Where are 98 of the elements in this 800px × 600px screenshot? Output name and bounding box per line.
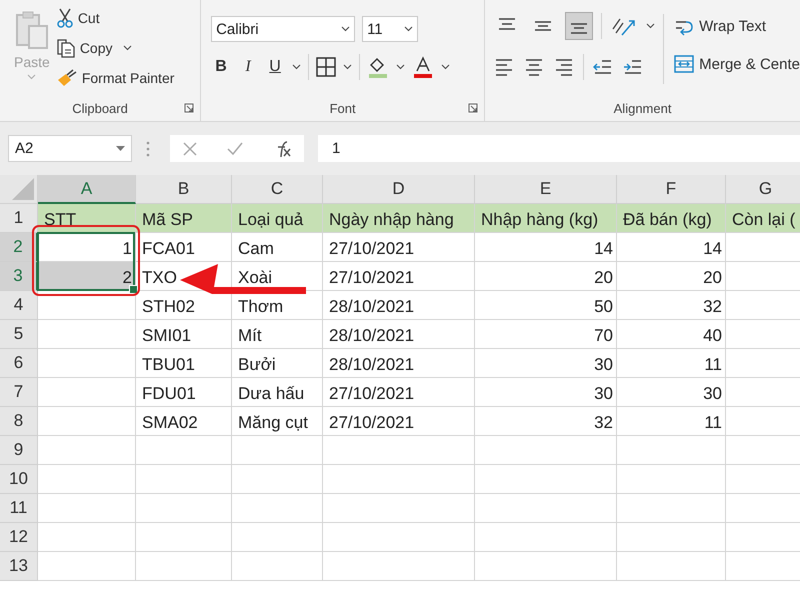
- group-label: Clipboard: [72, 100, 128, 116]
- row-header[interactable]: 4: [0, 291, 38, 320]
- scissors-icon: [56, 8, 74, 28]
- table-cell: 27/10/2021: [323, 378, 475, 407]
- column-header[interactable]: F: [617, 175, 726, 204]
- row-header[interactable]: 7: [0, 378, 38, 407]
- column-header[interactable]: B: [136, 175, 232, 204]
- borders-icon[interactable]: [316, 57, 336, 77]
- group-label: Font: [330, 100, 356, 116]
- wrap-text-button[interactable]: Wrap Text: [674, 16, 800, 36]
- ribbon-button[interactable]: Format Painter: [82, 70, 174, 86]
- table-cell: Cam: [232, 233, 323, 262]
- table-cell: 30: [475, 349, 617, 378]
- caret-icon[interactable]: [343, 64, 352, 70]
- table-cell: 27/10/2021: [323, 407, 475, 436]
- group-label: Alignment: [614, 100, 672, 116]
- align-button[interactable]: [565, 12, 594, 40]
- table-cell: 32: [617, 291, 726, 320]
- caret-icon: [341, 26, 350, 32]
- merge-center-button[interactable]: Merge & Cente: [674, 54, 800, 74]
- font-size-field[interactable]: 11: [362, 16, 418, 42]
- table-cell: 27/10/2021: [323, 233, 475, 262]
- dialog-launcher-icon[interactable]: [184, 103, 194, 113]
- table-cell: Dưa hấu: [232, 378, 323, 407]
- table-cell: 28/10/2021: [323, 349, 475, 378]
- header-cell: Loại quả: [232, 204, 323, 233]
- table-cell: 32: [475, 407, 617, 436]
- caret-icon[interactable]: [646, 23, 656, 29]
- table-cell: SMA02: [136, 407, 232, 436]
- table-cell: 30: [475, 378, 617, 407]
- table-cell: 1: [38, 233, 136, 262]
- caret-icon[interactable]: [396, 64, 406, 70]
- fill-bucket-icon[interactable]: [367, 56, 390, 78]
- table-cell: 30: [617, 378, 726, 407]
- table-cell: 28/10/2021: [323, 320, 475, 349]
- row-header[interactable]: 9: [0, 436, 38, 465]
- table-cell: 20: [475, 262, 617, 291]
- font-color-icon[interactable]: [412, 56, 434, 78]
- column-header[interactable]: G: [726, 175, 800, 204]
- table-cell: 27/10/2021: [323, 262, 475, 291]
- ribbon-button[interactable]: Cut: [78, 10, 100, 26]
- header-cell: Nhập hàng (kg): [475, 204, 617, 233]
- row-header[interactable]: 3: [0, 262, 38, 291]
- table-cell: 2: [38, 262, 136, 291]
- caret-icon: [404, 26, 414, 32]
- table-cell: 28/10/2021: [323, 291, 475, 320]
- table-cell: 14: [475, 233, 617, 262]
- dialog-launcher-icon[interactable]: [468, 103, 478, 113]
- row-header[interactable]: 10: [0, 465, 38, 494]
- font-style-button[interactable]: B: [211, 58, 232, 76]
- table-cell: Mít: [232, 320, 323, 349]
- caret-icon[interactable]: [292, 64, 302, 70]
- row-header[interactable]: 12: [0, 523, 38, 552]
- formula-field[interactable]: 1: [318, 135, 800, 162]
- grip-icon: [146, 140, 150, 158]
- row-header[interactable]: 11: [0, 494, 38, 523]
- merge-icon: [674, 54, 694, 74]
- table-cell: Bưởi: [232, 349, 323, 378]
- table-cell: 70: [475, 320, 617, 349]
- header-cell: Mã SP: [136, 204, 232, 233]
- row-header[interactable]: 6: [0, 349, 38, 378]
- table-cell: 14: [617, 233, 726, 262]
- header-cell: Đã bán (kg): [617, 204, 726, 233]
- column-header[interactable]: C: [232, 175, 323, 204]
- table-cell: 11: [617, 349, 726, 378]
- table-cell: FCA01: [136, 233, 232, 262]
- column-header[interactable]: D: [323, 175, 475, 204]
- header-cell: Ngày nhập hàng: [323, 204, 475, 233]
- table-cell: SMI01: [136, 320, 232, 349]
- caret-icon: [116, 146, 125, 152]
- caret-icon[interactable]: [441, 64, 450, 70]
- row-header[interactable]: 13: [0, 552, 38, 581]
- row-header[interactable]: 8: [0, 407, 38, 436]
- name-box[interactable]: A2: [8, 135, 132, 162]
- column-header[interactable]: A: [38, 175, 136, 204]
- table-cell: FDU01: [136, 378, 232, 407]
- table-cell: 11: [617, 407, 726, 436]
- column-header[interactable]: E: [475, 175, 617, 204]
- table-cell: 50: [475, 291, 617, 320]
- table-cell: 40: [617, 320, 726, 349]
- font-style-button[interactable]: U: [265, 58, 286, 76]
- clipboard-icon: [14, 10, 49, 50]
- font-style-button[interactable]: I: [238, 58, 258, 76]
- caret-icon: [27, 74, 36, 80]
- row-header[interactable]: 1: [0, 204, 38, 233]
- check-icon[interactable]: [226, 140, 244, 156]
- ribbon-button[interactable]: Copy: [80, 40, 112, 56]
- brush-icon: [56, 68, 78, 88]
- row-header[interactable]: 5: [0, 320, 38, 349]
- row-header[interactable]: 2: [0, 233, 38, 262]
- caret-icon[interactable]: [122, 44, 132, 50]
- table-cell: 20: [617, 262, 726, 291]
- header-cell: STT: [38, 204, 136, 233]
- header-cell: Còn lại (: [726, 204, 800, 233]
- copy-icon: [56, 38, 76, 58]
- table-cell: Măng cụt: [232, 407, 323, 436]
- table-cell: TBU01: [136, 349, 232, 378]
- font-name-field[interactable]: Calibri: [211, 16, 356, 42]
